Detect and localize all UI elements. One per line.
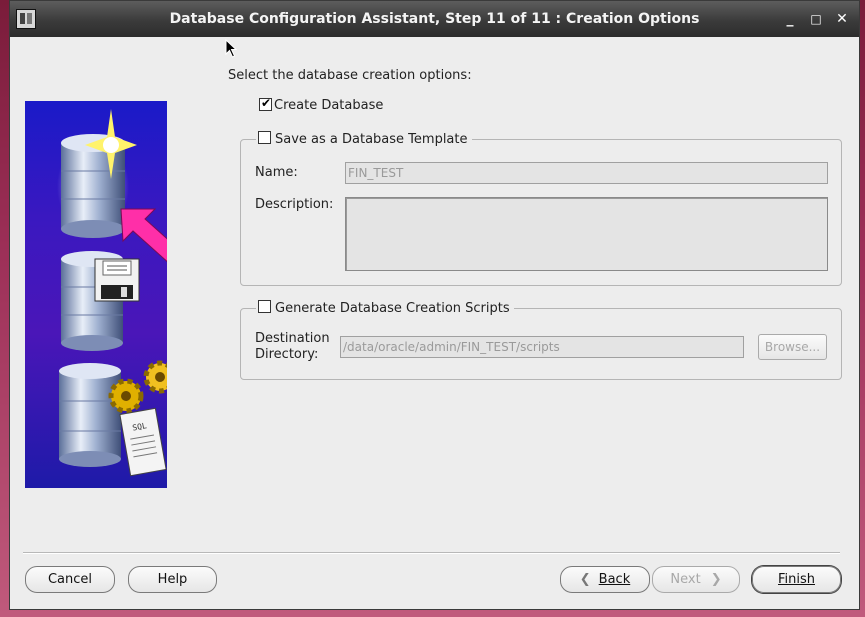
cancel-button[interactable]: Cancel [25,566,115,593]
close-button[interactable]: ✕ [834,11,850,27]
floppy-disk-icon [94,258,140,302]
window-title: Database Configuration Assistant, Step 1… [169,11,700,27]
database-cylinder-icon [59,363,121,467]
next-button-label: Next [670,572,701,587]
chevron-right-icon: ❯ [710,572,722,587]
name-label: Name: [255,165,298,180]
create-database-label[interactable]: Create Database [274,98,383,113]
footer-separator [23,552,840,554]
chevron-left-icon: ❮ [579,572,591,587]
wizard-illustration: SQL [25,101,184,488]
template-name-input[interactable]: FIN_TEST [345,162,828,184]
sql-scroll-icon: SQL [119,407,167,477]
save-template-label[interactable]: Save as a Database Template [275,132,468,147]
description-label: Description: [255,197,334,212]
finish-button-label: Finish [777,572,815,587]
generate-scripts-checkbox[interactable] [258,300,271,313]
help-button[interactable]: Help [128,566,217,593]
next-button[interactable]: Next ❯ [652,566,740,593]
back-button-label: Back [598,572,631,587]
destination-label-line1: Destination [255,331,330,346]
save-template-checkbox[interactable] [258,131,271,144]
scripts-legend: Generate Database Creation Scripts [256,300,514,316]
destination-directory-input[interactable]: /data/oracle/admin/FIN_TEST/scripts [340,336,744,358]
gear-icon [108,378,144,414]
mouse-cursor-icon [225,39,238,58]
title-bar[interactable]: Database Configuration Assistant, Step 1… [10,1,859,37]
prompt-text: Select the database creation options: [228,68,472,83]
create-database-checkbox[interactable]: ✔ [259,96,272,111]
dbca-window: Database Configuration Assistant, Step 1… [9,0,860,610]
maximize-button[interactable]: □ [808,11,824,27]
illustration-graphic: SQL [57,109,184,477]
minimize-button[interactable]: _ [782,11,798,27]
arrow-icon [120,208,184,266]
generate-scripts-label[interactable]: Generate Database Creation Scripts [275,301,510,316]
checkmark-icon: ✔ [261,96,272,110]
template-description-input[interactable] [345,197,828,271]
browse-button[interactable]: Browse... [758,334,827,360]
destination-label-line2: Directory: [255,347,319,362]
template-legend: Save as a Database Template [256,131,472,147]
destination-label: Destination Directory: [255,331,330,363]
back-button[interactable]: ❮ Back [560,566,650,593]
finish-button[interactable]: Finish [752,566,841,593]
gear-icon [143,360,177,394]
